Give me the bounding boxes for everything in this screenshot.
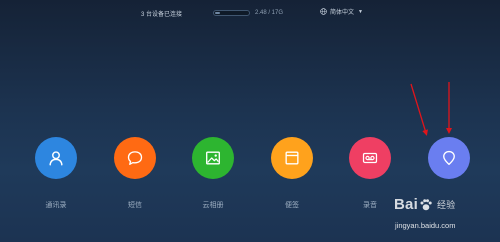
- chevron-down-icon: ▼: [358, 8, 363, 15]
- cloud-album-button[interactable]: [192, 137, 234, 179]
- app-messages[interactable]: 短信: [105, 137, 165, 210]
- notes-button[interactable]: [271, 137, 313, 179]
- person-icon: [49, 151, 63, 166]
- voicemail-icon: [362, 152, 378, 164]
- location-button[interactable]: [428, 137, 470, 179]
- top-bar: 3 台设备已连接 2.48 / 17G 简体中文 ▼: [0, 0, 500, 28]
- storage-progress-bar: [213, 10, 250, 16]
- contacts-button[interactable]: [35, 137, 77, 179]
- globe-icon: [320, 8, 327, 15]
- app-label-recorder: 录音: [363, 202, 377, 209]
- storage-progress-fill: [215, 12, 220, 14]
- app-recorder[interactable]: 录音: [340, 137, 400, 210]
- app-notes[interactable]: 便签: [262, 137, 322, 210]
- app-label-notes: 便签: [285, 202, 299, 209]
- app-cloud-album[interactable]: 云相册: [183, 137, 243, 210]
- app-label-messages: 短信: [128, 202, 142, 209]
- chat-bubble-icon: [127, 151, 143, 165]
- app-label-cloud-album: 云相册: [202, 202, 224, 209]
- language-selector[interactable]: 简体中文 ▼: [320, 7, 363, 16]
- connected-devices-status: 3 台设备已连接: [141, 12, 183, 18]
- storage-usage-text: 2.48 / 17G: [255, 10, 284, 16]
- annotation-arrow-left: [410, 83, 428, 136]
- messages-button[interactable]: [114, 137, 156, 179]
- notepad-icon: [285, 151, 299, 165]
- storage-indicator: 2.48 / 17G: [213, 8, 283, 18]
- app-label-contacts: 通讯录: [45, 202, 67, 209]
- watermark-url: jingyan.baidu.com: [395, 221, 456, 230]
- recorder-button[interactable]: [349, 137, 391, 179]
- app-launcher-row: 通讯录 短信 云相册 便签 录音: [0, 137, 500, 217]
- language-label: 简体中文: [330, 10, 355, 16]
- image-icon: [206, 151, 220, 165]
- location-pin-icon: [443, 150, 455, 165]
- app-contacts[interactable]: 通讯录: [26, 137, 86, 210]
- app-location[interactable]: [419, 137, 479, 200]
